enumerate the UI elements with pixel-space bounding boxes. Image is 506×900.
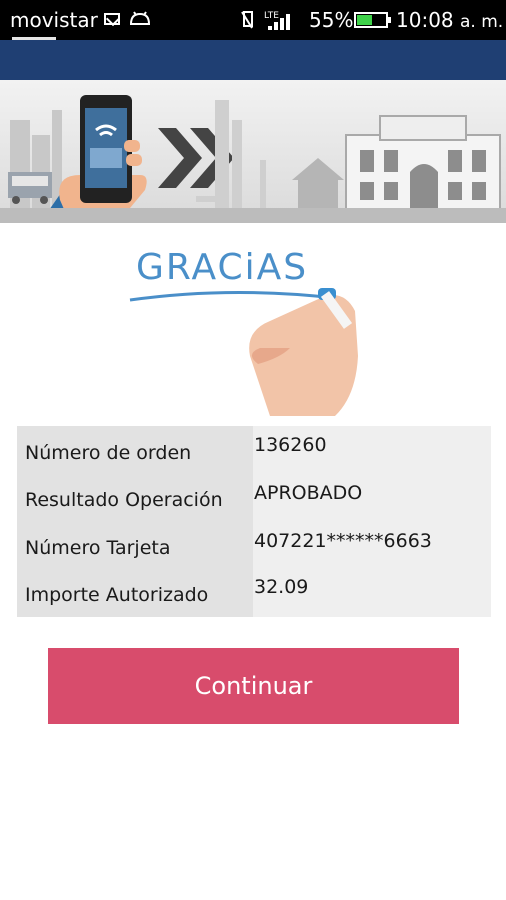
battery-nub [388, 17, 391, 23]
clock: 10:08 a. m. [396, 8, 503, 32]
network-icons: LTE [241, 11, 290, 30]
kiosk-icon [292, 158, 344, 210]
operation-result-label: Resultado Operación [25, 489, 223, 511]
status-bar: movistar LTE 55% 10:08 a. m. [0, 0, 506, 41]
operation-result-value: APROBADO [254, 482, 363, 504]
clock-suffix: a. m. [460, 12, 504, 32]
town-hall-icon [345, 115, 501, 211]
clock-time: 10:08 [396, 8, 454, 32]
battery-icon [354, 12, 388, 28]
transaction-details-table: Número de orden 136260 Resultado Operaci… [17, 426, 491, 617]
order-number-label: Número de orden [25, 442, 192, 464]
ground-line [0, 208, 506, 223]
vibrate-off-icon [241, 11, 253, 29]
header-banner [0, 80, 506, 223]
authorized-amount-value: 32.09 [254, 576, 309, 598]
banner-illustration [0, 95, 506, 223]
app-bar [0, 40, 506, 80]
battery-percent: 55% [309, 8, 354, 32]
order-number-value: 136260 [254, 434, 327, 456]
card-number-label: Número Tarjeta [25, 537, 171, 559]
authorized-amount-label: Importe Autorizado [25, 584, 209, 606]
android-debug-icon [129, 11, 151, 25]
network-type: LTE [264, 11, 279, 21]
mail-icon [104, 13, 120, 25]
carrier-name: movistar [10, 8, 98, 32]
battery-fill [357, 15, 372, 25]
continue-button[interactable]: Continuar [48, 648, 459, 724]
thanks-illustration: GRACiAS [120, 236, 370, 416]
card-number-value: 407221******6663 [254, 530, 432, 552]
writing-hand-icon [129, 288, 358, 416]
